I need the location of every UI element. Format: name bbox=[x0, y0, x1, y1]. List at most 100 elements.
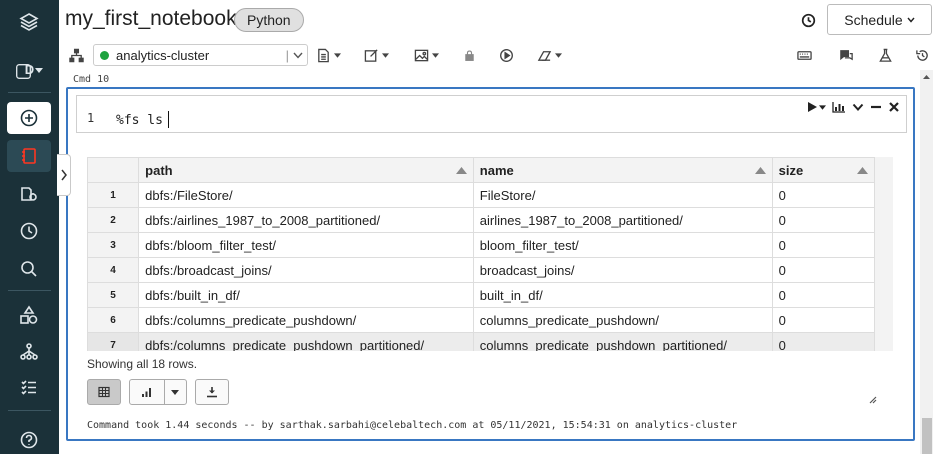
run-cell-icon[interactable] bbox=[806, 101, 826, 113]
cell-path: dbfs:/FileStore/ bbox=[138, 182, 474, 208]
table-row: 7 dbfs:/columns_predicate_pushdown_parti… bbox=[87, 332, 875, 351]
results-scroll-gutter[interactable] bbox=[875, 157, 893, 351]
table-row: 2 dbfs:/airlines_1987_to_2008_partitione… bbox=[87, 207, 875, 233]
column-header-name[interactable]: name bbox=[472, 157, 773, 183]
table-row: 5 dbfs:/built_in_df/ built_in_df/ 0 bbox=[87, 282, 875, 308]
cell-path: dbfs:/broadcast_joins/ bbox=[138, 257, 474, 283]
resize-handle-icon[interactable] bbox=[867, 394, 877, 404]
download-button[interactable] bbox=[195, 379, 229, 405]
cell-size: 0 bbox=[771, 182, 875, 208]
sort-icon[interactable] bbox=[754, 167, 766, 174]
chevron-down-icon bbox=[907, 17, 915, 23]
language-badge[interactable]: Python bbox=[234, 8, 304, 32]
results-table-container[interactable]: path name size 1 dbfs:/FileStore/ FileSt… bbox=[87, 157, 875, 351]
minimize-icon[interactable] bbox=[870, 101, 882, 113]
cell-path: dbfs:/columns_predicate_pushdown/ bbox=[138, 307, 474, 333]
keyboard-icon[interactable] bbox=[796, 46, 813, 64]
chevron-down-icon[interactable] bbox=[852, 101, 864, 113]
notebook-icon[interactable] bbox=[7, 140, 51, 172]
close-icon[interactable] bbox=[888, 101, 900, 113]
results-table: path name size 1 dbfs:/FileStore/ FileSt… bbox=[87, 157, 875, 351]
row-number: 6 bbox=[87, 307, 140, 333]
lock-icon[interactable] bbox=[463, 46, 476, 64]
notebook-toolbar: analytics-cluster | bbox=[59, 40, 944, 70]
table-view-button[interactable] bbox=[87, 379, 121, 405]
comments-icon[interactable] bbox=[839, 46, 854, 64]
recents-icon[interactable] bbox=[7, 215, 51, 247]
cell-size: 0 bbox=[771, 232, 875, 258]
cluster-dropdown[interactable]: | bbox=[286, 48, 303, 63]
table-row: 4 dbfs:/broadcast_joins/ broadcast_joins… bbox=[87, 257, 875, 283]
search-icon[interactable] bbox=[7, 253, 51, 285]
clear-menu-icon[interactable] bbox=[537, 46, 562, 64]
page-scrollbar[interactable] bbox=[920, 70, 933, 454]
experiment-icon[interactable] bbox=[878, 46, 893, 64]
file-menu-icon[interactable] bbox=[316, 46, 341, 64]
layers-icon[interactable] bbox=[7, 6, 51, 38]
cluster-name: analytics-cluster bbox=[116, 47, 210, 63]
cell-actions bbox=[806, 101, 900, 113]
create-icon[interactable] bbox=[7, 102, 51, 134]
sort-icon[interactable] bbox=[857, 167, 868, 174]
sidebar-collapse-toggle[interactable] bbox=[57, 154, 71, 196]
chart-icon[interactable] bbox=[832, 101, 846, 113]
notebook-title[interactable]: my_first_notebook bbox=[65, 7, 237, 31]
column-header-label: path bbox=[145, 162, 173, 178]
sort-icon[interactable] bbox=[455, 167, 467, 174]
cell-path: dbfs:/columns_predicate_pushdown_partiti… bbox=[138, 332, 474, 351]
cell-name: broadcast_joins/ bbox=[472, 257, 773, 283]
notebook-cell[interactable]: 1 %fs ls path name size 1 dbfs:/FileStor… bbox=[66, 87, 915, 441]
cell-size: 0 bbox=[771, 257, 875, 283]
chart-type-dropdown[interactable] bbox=[165, 380, 186, 404]
caret-down-icon bbox=[171, 389, 180, 395]
cluster-status-dot bbox=[100, 50, 109, 60]
code-line[interactable]: %fs ls bbox=[116, 111, 169, 128]
column-header-size[interactable]: size bbox=[771, 157, 875, 183]
column-header-label: name bbox=[479, 162, 514, 178]
workflows-icon[interactable] bbox=[7, 336, 51, 368]
table-row: 3 dbfs:/bloom_filter_test/ bloom_filter_… bbox=[87, 232, 875, 258]
cell-name: columns_predicate_pushdown_partitioned/ bbox=[472, 332, 773, 351]
code-editor[interactable]: 1 %fs ls bbox=[76, 95, 907, 133]
cell-name: FileStore/ bbox=[472, 182, 773, 208]
clock-icon[interactable] bbox=[798, 10, 818, 30]
table-row: 1 dbfs:/FileStore/ FileStore/ 0 bbox=[87, 182, 875, 208]
cell-name: columns_predicate_pushdown/ bbox=[472, 307, 773, 333]
edit-menu-icon[interactable] bbox=[364, 46, 389, 64]
scrollbar-thumb[interactable] bbox=[922, 418, 932, 454]
bar-chart-icon[interactable] bbox=[130, 380, 165, 404]
data-icon[interactable] bbox=[7, 178, 51, 210]
help-icon[interactable] bbox=[7, 424, 51, 456]
schedule-label: Schedule bbox=[844, 11, 903, 28]
row-number: 7 bbox=[87, 332, 140, 351]
dropdown-separator: | bbox=[285, 48, 289, 63]
workspace-switcher[interactable]: D bbox=[7, 55, 51, 87]
cell-path: dbfs:/built_in_df/ bbox=[138, 282, 474, 308]
chart-view-button[interactable] bbox=[129, 379, 187, 405]
download-icon bbox=[207, 387, 217, 398]
sidebar-divider bbox=[8, 290, 51, 291]
cell-path: dbfs:/airlines_1987_to_2008_partitioned/ bbox=[138, 207, 474, 233]
list-icon[interactable] bbox=[7, 371, 51, 403]
sidebar: D bbox=[0, 0, 59, 454]
schedule-button[interactable]: Schedule bbox=[827, 4, 932, 35]
chevron-right-icon bbox=[60, 169, 67, 181]
cell-name: airlines_1987_to_2008_partitioned/ bbox=[472, 207, 773, 233]
cell-size: 0 bbox=[771, 207, 875, 233]
table-row: 6 dbfs:/columns_predicate_pushdown/ colu… bbox=[87, 307, 875, 333]
rownum-header bbox=[87, 157, 140, 183]
cluster-tree-icon[interactable] bbox=[69, 46, 84, 64]
view-menu-icon[interactable] bbox=[414, 46, 439, 64]
row-number: 2 bbox=[87, 207, 140, 233]
row-count-text: Showing all 18 rows. bbox=[87, 357, 198, 371]
chevron-down-icon bbox=[293, 52, 303, 59]
shapes-icon[interactable] bbox=[7, 299, 51, 331]
run-icon[interactable] bbox=[499, 46, 514, 64]
scroll-up-icon[interactable] bbox=[921, 72, 932, 82]
revision-history-icon[interactable] bbox=[915, 46, 930, 64]
code-text: %fs ls bbox=[116, 113, 163, 128]
row-number: 3 bbox=[87, 232, 140, 258]
column-header-path[interactable]: path bbox=[138, 157, 474, 183]
row-number: 5 bbox=[87, 282, 140, 308]
cluster-selector[interactable]: analytics-cluster | bbox=[93, 44, 308, 66]
